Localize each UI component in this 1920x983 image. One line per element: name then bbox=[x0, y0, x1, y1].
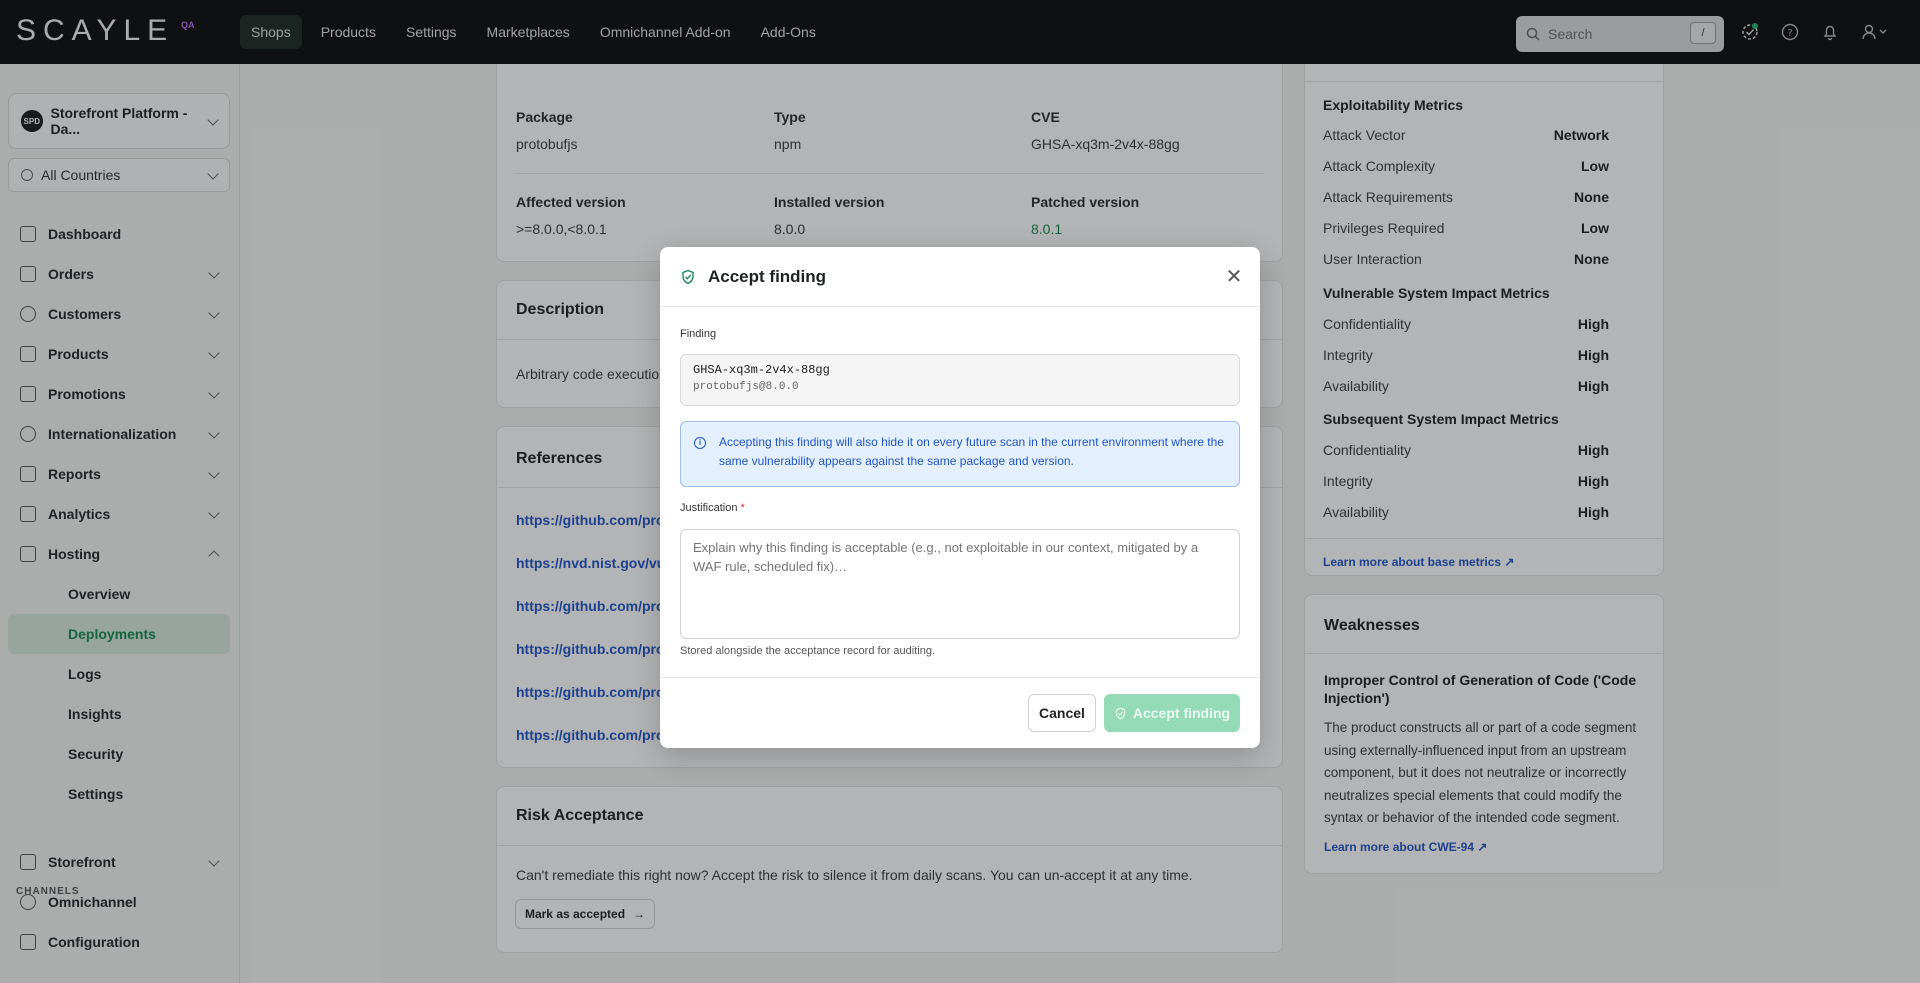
dialog-header: Accept finding ✕ bbox=[660, 247, 1260, 307]
dialog-title: Accept finding bbox=[708, 266, 827, 286]
accept-finding-button[interactable]: Accept finding bbox=[1104, 694, 1240, 732]
info-text: Accepting this finding will also hide it… bbox=[719, 435, 1224, 468]
finding-package: protobufjs@8.0.0 bbox=[693, 381, 799, 393]
info-callout: i Accepting this finding will also hide … bbox=[680, 421, 1240, 487]
shield-check-icon bbox=[1115, 707, 1126, 719]
info-icon: i bbox=[694, 437, 706, 449]
finding-id: GHSA-xq3m-2v4x-88gg bbox=[693, 363, 830, 377]
justification-textarea[interactable] bbox=[680, 529, 1240, 639]
required-mark: * bbox=[740, 502, 745, 514]
accept-finding-dialog: Accept finding ✕ Finding GHSA-xq3m-2v4x-… bbox=[660, 247, 1260, 748]
shield-check-icon bbox=[682, 269, 694, 284]
accept-finding-label: Accept finding bbox=[1132, 705, 1231, 721]
finding-box: GHSA-xq3m-2v4x-88gg protobufjs@8.0.0 bbox=[680, 354, 1240, 406]
dialog-footer: Cancel Accept finding bbox=[660, 677, 1260, 748]
justification-help: Stored alongside the acceptance record f… bbox=[680, 645, 935, 657]
justification-label: Justification * bbox=[680, 502, 745, 514]
close-icon[interactable]: ✕ bbox=[1224, 267, 1244, 287]
cancel-button[interactable]: Cancel bbox=[1028, 694, 1096, 732]
finding-label: Finding bbox=[680, 328, 717, 340]
